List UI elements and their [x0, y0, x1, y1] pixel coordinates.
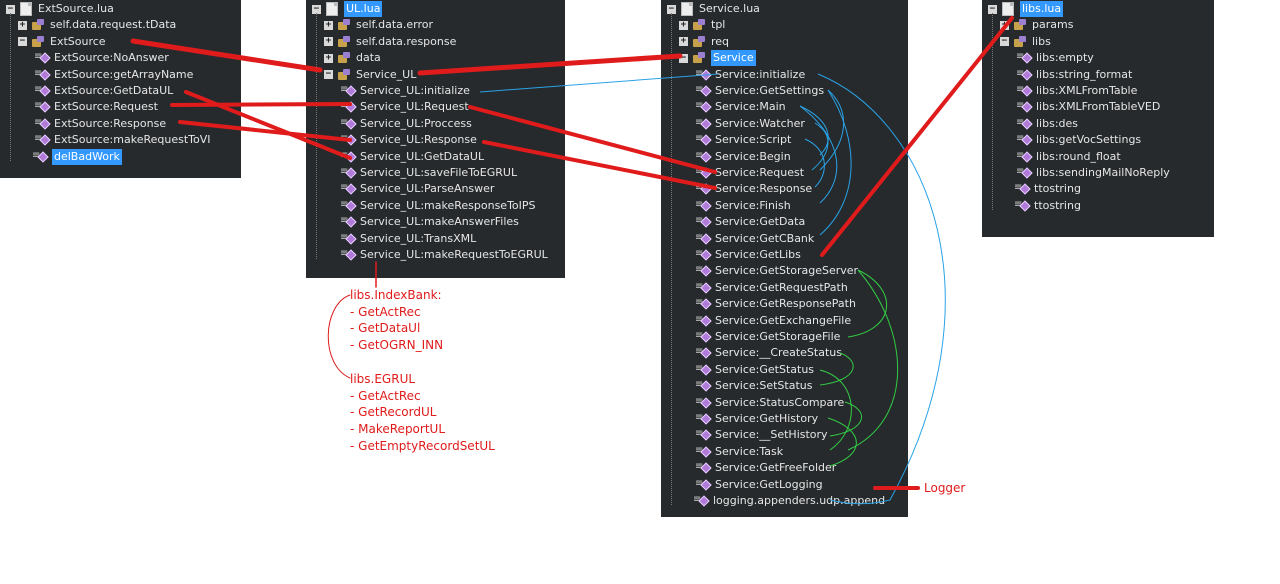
connector-overlay	[130, 16, 1014, 505]
red-link	[417, 53, 683, 76]
green-link	[847, 269, 899, 451]
blue-link	[804, 138, 825, 188]
red-link	[327, 294, 351, 379]
blue-link	[799, 105, 838, 204]
green-link	[819, 352, 854, 386]
blue-link	[479, 73, 719, 93]
blue-link	[811, 122, 829, 171]
red-link	[170, 102, 352, 107]
green-link	[827, 417, 857, 467]
red-link	[130, 38, 323, 73]
red-link	[820, 16, 1014, 257]
red-link	[482, 140, 717, 190]
green-link	[829, 401, 862, 437]
